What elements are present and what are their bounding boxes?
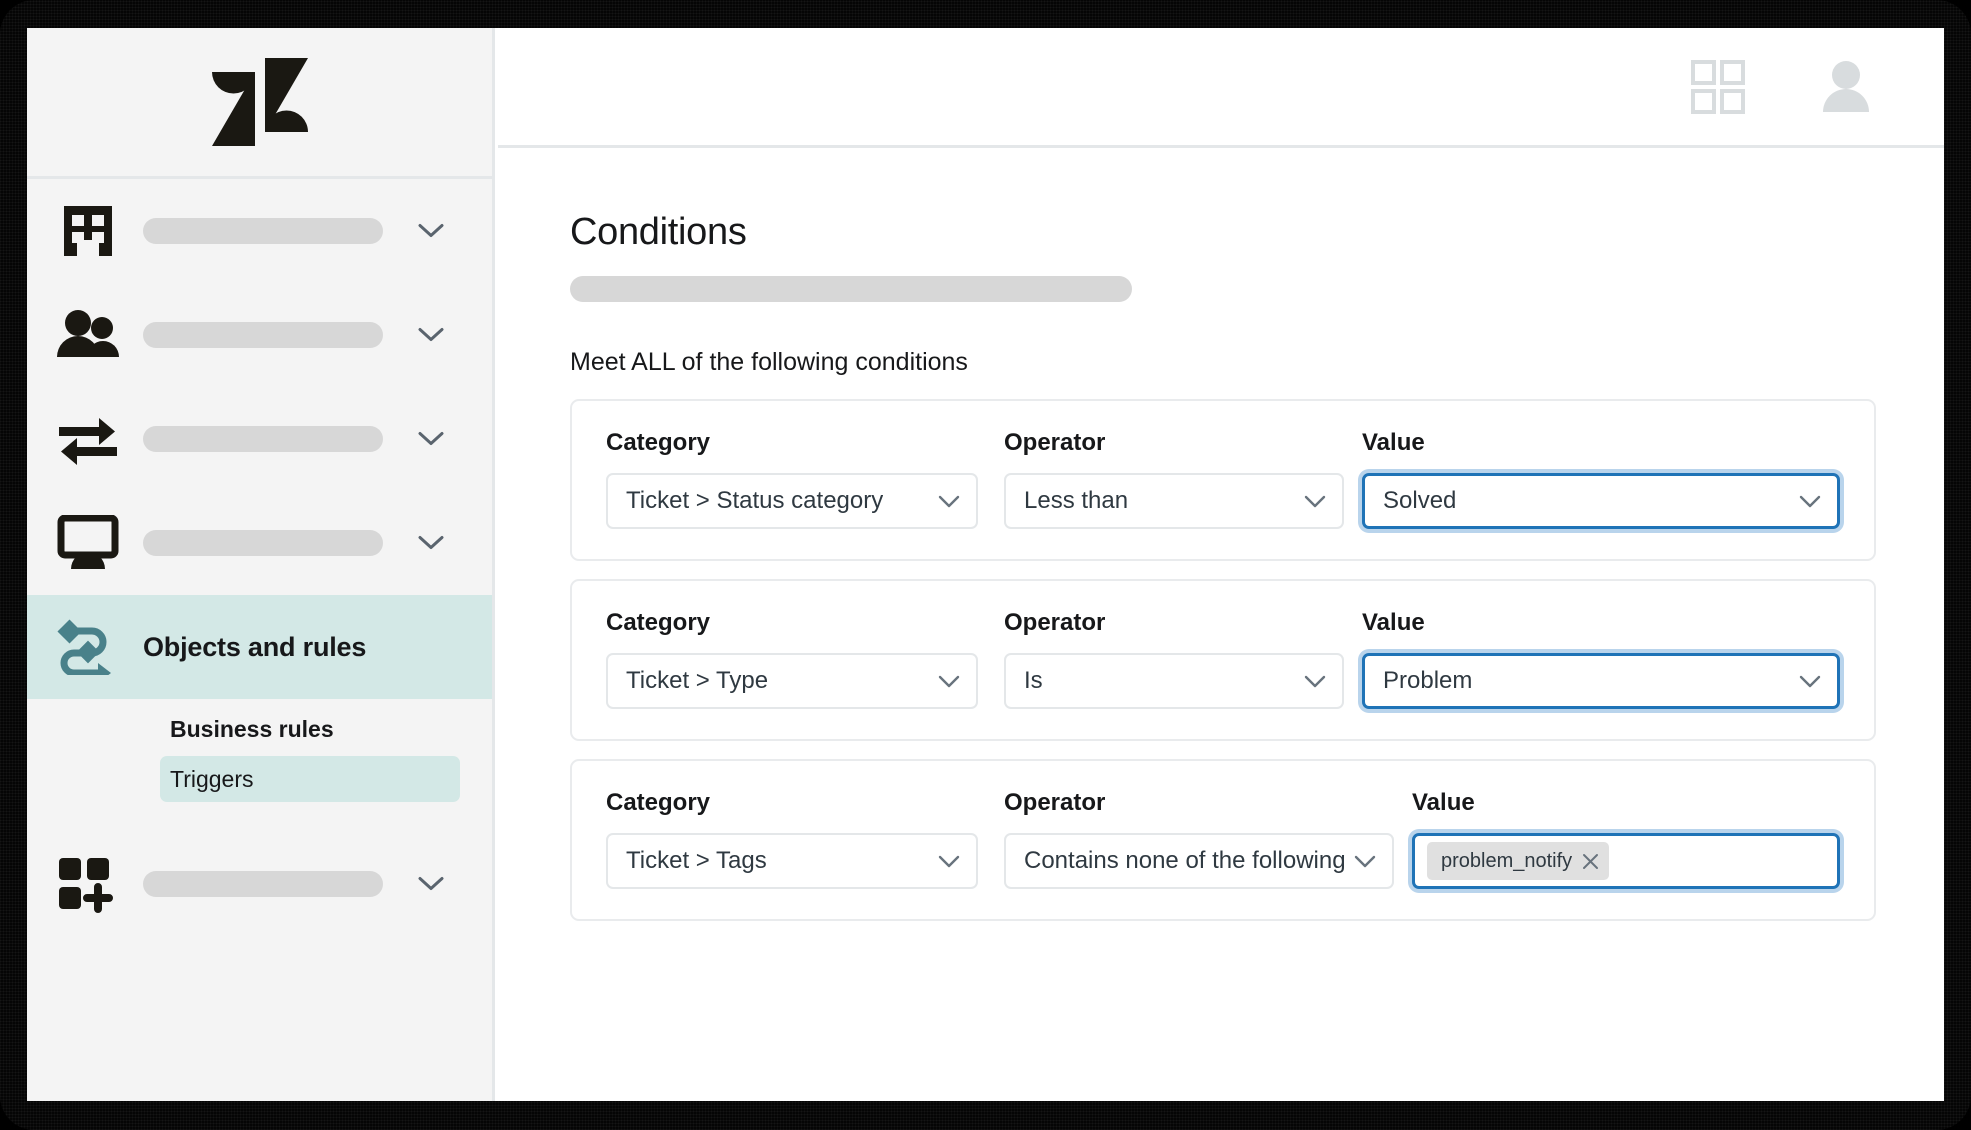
value-label: Value bbox=[1412, 789, 1475, 816]
chevron-down-icon bbox=[1304, 675, 1326, 687]
people-icon bbox=[57, 304, 119, 366]
user-avatar-icon[interactable] bbox=[1818, 59, 1874, 115]
operator-select[interactable]: Less than bbox=[1004, 473, 1344, 529]
sidebar-item-3[interactable] bbox=[27, 491, 492, 595]
main-content: Conditions Meet ALL of the following con… bbox=[498, 151, 1944, 1101]
chevron-down-icon bbox=[1799, 675, 1821, 687]
operator-label: Operator bbox=[1004, 429, 1106, 456]
operator-label: Operator bbox=[1004, 609, 1106, 636]
condition-category-group: Category Ticket > Type bbox=[606, 609, 978, 709]
condition-row: Category Ticket > Status category Operat… bbox=[570, 399, 1876, 561]
sidebar-item-0[interactable] bbox=[27, 179, 492, 283]
value-label: Value bbox=[1362, 429, 1425, 456]
operator-select[interactable]: Contains none of the following bbox=[1004, 833, 1394, 889]
value-select[interactable]: Problem bbox=[1362, 653, 1840, 709]
condition-operator-group: Operator Is bbox=[1004, 609, 1344, 709]
tag-chip-label: problem_notify bbox=[1441, 849, 1573, 872]
category-select[interactable]: Ticket > Tags bbox=[606, 833, 978, 889]
condition-category-group: Category Ticket > Status category bbox=[606, 429, 978, 529]
sidebar: Objects and rules Business rules Trigger… bbox=[27, 28, 495, 1101]
chevron-down-icon bbox=[938, 855, 960, 867]
sidebar-item-1-placeholder bbox=[143, 322, 383, 348]
subtitle-placeholder bbox=[570, 276, 1132, 302]
value-label: Value bbox=[1362, 609, 1425, 636]
operator-select-value: Is bbox=[1024, 667, 1043, 694]
condition-category-group: Category Ticket > Tags bbox=[606, 789, 978, 889]
sidebar-item-5[interactable] bbox=[27, 832, 492, 936]
chevron-down-icon[interactable] bbox=[418, 877, 444, 892]
operator-label: Operator bbox=[1004, 789, 1106, 816]
condition-value-group: Value Solved bbox=[1362, 429, 1840, 529]
chevron-down-icon bbox=[938, 495, 960, 507]
condition-row: Category Ticket > Tags Operator Contains… bbox=[570, 759, 1876, 921]
value-select-value: Problem bbox=[1383, 667, 1473, 694]
sidebar-item-3-placeholder bbox=[143, 530, 383, 556]
subnav-heading-business-rules: Business rules bbox=[170, 715, 334, 742]
meet-all-conditions-label: Meet ALL of the following conditions bbox=[570, 348, 968, 376]
category-select[interactable]: Ticket > Type bbox=[606, 653, 978, 709]
value-select[interactable]: Solved bbox=[1362, 473, 1840, 529]
category-label: Category bbox=[606, 609, 711, 636]
sidebar-item-0-placeholder bbox=[143, 218, 383, 244]
zendesk-logo bbox=[211, 58, 308, 146]
category-select[interactable]: Ticket > Status category bbox=[606, 473, 978, 529]
chevron-down-icon bbox=[938, 675, 960, 687]
building-icon bbox=[57, 200, 119, 262]
tag-chip: problem_notify bbox=[1427, 842, 1610, 880]
chevron-down-icon[interactable] bbox=[418, 328, 444, 343]
condition-value-group: Value Problem bbox=[1362, 609, 1840, 709]
sidebar-item-5-placeholder bbox=[143, 871, 383, 897]
condition-row: Category Ticket > Type Operator Is Value… bbox=[570, 579, 1876, 741]
transfer-arrows-icon bbox=[57, 408, 119, 470]
chevron-down-icon bbox=[1799, 495, 1821, 507]
screenshot-frame: Objects and rules Business rules Trigger… bbox=[0, 0, 1971, 1130]
category-label: Category bbox=[606, 429, 711, 456]
operator-select[interactable]: Is bbox=[1004, 653, 1344, 709]
grid-apps-icon[interactable] bbox=[1690, 59, 1746, 115]
sidebar-item-objects-and-rules[interactable]: Objects and rules bbox=[27, 595, 492, 699]
condition-operator-group: Operator Contains none of the following bbox=[1004, 789, 1394, 889]
monitor-icon bbox=[57, 512, 119, 574]
page-title: Conditions bbox=[570, 211, 747, 253]
apps-add-icon bbox=[57, 853, 119, 915]
condition-operator-group: Operator Less than bbox=[1004, 429, 1344, 529]
operator-select-value: Less than bbox=[1024, 487, 1129, 514]
sidebar-item-1[interactable] bbox=[27, 283, 492, 387]
sidebar-logo-area bbox=[27, 28, 492, 179]
category-select-value: Ticket > Tags bbox=[626, 847, 767, 874]
top-bar bbox=[498, 28, 1944, 148]
condition-value-group: Value problem_notify bbox=[1412, 789, 1840, 889]
objects-rules-icon bbox=[57, 616, 119, 678]
chevron-down-icon[interactable] bbox=[418, 536, 444, 551]
chevron-down-icon[interactable] bbox=[418, 224, 444, 239]
sidebar-item-2[interactable] bbox=[27, 387, 492, 491]
value-tags-input[interactable]: problem_notify bbox=[1412, 833, 1840, 889]
subnav-item-triggers[interactable]: Triggers bbox=[160, 756, 460, 802]
category-label: Category bbox=[606, 789, 711, 816]
value-select-value: Solved bbox=[1383, 487, 1457, 514]
category-select-value: Ticket > Type bbox=[626, 667, 769, 694]
chevron-down-icon bbox=[1354, 855, 1376, 867]
category-select-value: Ticket > Status category bbox=[626, 487, 884, 514]
close-icon[interactable] bbox=[1582, 853, 1599, 870]
operator-select-value: Contains none of the following bbox=[1024, 847, 1346, 874]
chevron-down-icon[interactable] bbox=[418, 432, 444, 447]
chevron-down-icon bbox=[1304, 495, 1326, 507]
sidebar-item-label: Objects and rules bbox=[143, 631, 367, 662]
zendesk-admin-app: Objects and rules Business rules Trigger… bbox=[27, 28, 1944, 1101]
sidebar-item-2-placeholder bbox=[143, 426, 383, 452]
